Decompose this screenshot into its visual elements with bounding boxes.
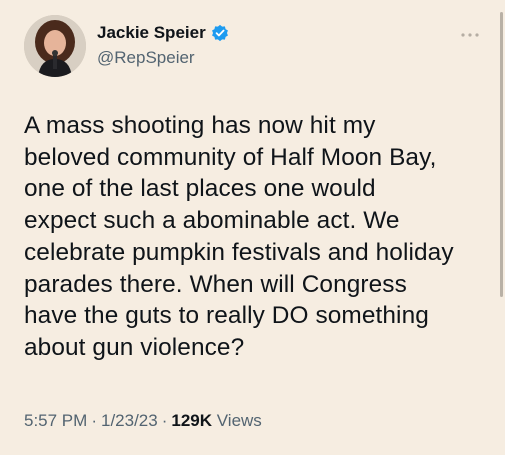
tweet-text-line: celebrate pumpkin festivals and holiday bbox=[24, 238, 454, 266]
tweet-text-line: parades there. When will Congress bbox=[24, 270, 407, 298]
tweet-date[interactable]: 1/23/23 bbox=[101, 411, 158, 430]
tweet-text-line: expect such a abominable act. We bbox=[24, 207, 400, 235]
author-name-row: Jackie Speier bbox=[97, 23, 229, 43]
author-avatar[interactable] bbox=[24, 15, 86, 77]
author-handle[interactable]: @RepSpeier bbox=[97, 48, 195, 68]
tweet-text: A mass shooting has now hit my beloved c… bbox=[24, 110, 494, 364]
tweet-text-line: beloved community of Half Moon Bay, bbox=[24, 143, 437, 171]
tweet-text-line: about gun violence? bbox=[24, 333, 245, 361]
scrollbar[interactable] bbox=[500, 12, 503, 297]
more-options-icon[interactable] bbox=[458, 28, 482, 40]
tweet-metadata: 5:57 PM · 1/23/23 · 129K Views bbox=[24, 411, 262, 431]
verified-badge-icon bbox=[211, 24, 229, 42]
views-label: Views bbox=[216, 411, 262, 430]
tweet-time[interactable]: 5:57 PM bbox=[24, 411, 87, 430]
meta-separator: · bbox=[161, 411, 168, 430]
meta-separator: · bbox=[91, 411, 97, 430]
profile-photo-icon bbox=[24, 15, 86, 77]
author-display-name[interactable]: Jackie Speier bbox=[97, 23, 206, 43]
tweet-text-line: have the guts to really DO something bbox=[24, 302, 429, 330]
tweet-text-line: A mass shooting has now hit my bbox=[24, 112, 376, 139]
tweet-card: Jackie Speier @RepSpeier A mass shooting… bbox=[0, 0, 505, 455]
views-count[interactable]: 129K bbox=[171, 411, 212, 430]
tweet-text-line: one of the last places one would bbox=[24, 175, 376, 203]
